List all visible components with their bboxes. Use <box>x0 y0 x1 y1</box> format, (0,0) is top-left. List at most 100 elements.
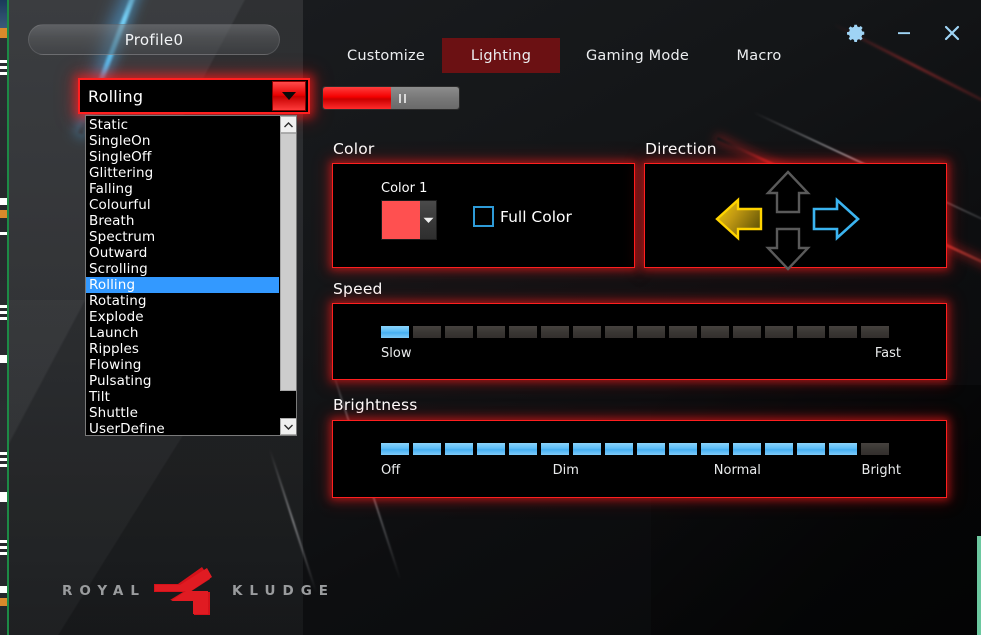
tab-macro-label: Macro <box>737 48 782 64</box>
profile-tab[interactable]: Profile0 <box>28 24 280 55</box>
brightness-segment-on[interactable] <box>413 443 441 455</box>
lighting-mode-option[interactable]: Falling <box>86 181 279 197</box>
full-color-checkbox-row[interactable]: Full Color <box>473 206 572 227</box>
speed-segment-off[interactable] <box>605 326 633 338</box>
brightness-segment-on[interactable] <box>509 443 537 455</box>
lighting-mode-option-list[interactable]: StaticSingleOnSingleOffGlitteringFalling… <box>85 115 297 436</box>
lighting-mode-option[interactable]: SingleOn <box>86 133 279 149</box>
direction-right-arrow[interactable] <box>810 197 862 241</box>
lighting-mode-option[interactable]: Explode <box>86 309 279 325</box>
speed-segment-off[interactable] <box>701 326 729 338</box>
lighting-power-toggle[interactable] <box>322 86 460 110</box>
full-color-checkbox[interactable] <box>473 206 494 227</box>
brightness-segment-on[interactable] <box>637 443 665 455</box>
brightness-section-panel: OffDimNormalBright <box>332 420 947 498</box>
speed-segment-off[interactable] <box>573 326 601 338</box>
brightness-segment-on[interactable] <box>381 443 409 455</box>
chevron-down-icon <box>284 424 293 430</box>
speed-segment-off[interactable] <box>861 326 889 338</box>
speed-segment-off[interactable] <box>445 326 473 338</box>
settings-button[interactable] <box>843 20 869 46</box>
brightness-tick-label: Dim <box>553 463 579 478</box>
lighting-mode-option[interactable]: Scrolling <box>86 261 279 277</box>
speed-slider[interactable] <box>381 326 889 338</box>
tab-lighting-label: Lighting <box>471 48 531 64</box>
speed-segment-off[interactable] <box>669 326 697 338</box>
lighting-mode-option[interactable]: Breath <box>86 213 279 229</box>
toggle-knob[interactable] <box>391 87 459 109</box>
brightness-segment-on[interactable] <box>477 443 505 455</box>
lighting-mode-option[interactable]: Outward <box>86 245 279 261</box>
brightness-tick-label: Normal <box>714 463 761 478</box>
tab-gaming-mode[interactable]: Gaming Mode <box>572 38 703 73</box>
brightness-slider[interactable] <box>381 443 889 455</box>
scrollbar-up-button[interactable] <box>280 116 297 133</box>
lighting-mode-option[interactable]: Rotating <box>86 293 279 309</box>
brightness-segment-on[interactable] <box>701 443 729 455</box>
tab-customize[interactable]: Customize <box>330 38 442 73</box>
direction-section-panel <box>644 163 947 268</box>
lighting-mode-select[interactable]: Rolling <box>78 78 310 114</box>
brightness-segment-on[interactable] <box>829 443 857 455</box>
brightness-segment-on[interactable] <box>541 443 569 455</box>
lighting-mode-option[interactable]: Static <box>86 117 279 133</box>
speed-section-title: Speed <box>333 280 383 298</box>
speed-segment-off[interactable] <box>509 326 537 338</box>
lighting-mode-option[interactable]: Spectrum <box>86 229 279 245</box>
scrollbar-track[interactable] <box>280 133 297 418</box>
lighting-mode-option[interactable]: Ripples <box>86 341 279 357</box>
speed-segment-off[interactable] <box>541 326 569 338</box>
scrollbar-thumb[interactable] <box>280 133 297 391</box>
close-button[interactable] <box>939 20 965 46</box>
tab-macro[interactable]: Macro <box>703 38 815 73</box>
lighting-mode-option[interactable]: Pulsating <box>86 373 279 389</box>
lighting-mode-dropdown-button[interactable] <box>272 81 306 111</box>
lighting-mode-options: StaticSingleOnSingleOffGlitteringFalling… <box>86 116 279 435</box>
speed-segment-off[interactable] <box>733 326 761 338</box>
direction-up-arrow[interactable] <box>763 168 813 220</box>
brightness-segment-on[interactable] <box>573 443 601 455</box>
lighting-mode-option[interactable]: Tilt <box>86 389 279 405</box>
speed-segment-on[interactable] <box>381 326 409 338</box>
minimize-button[interactable] <box>891 20 917 46</box>
color1-swatch[interactable] <box>382 201 420 239</box>
direction-down-arrow[interactable] <box>763 221 813 273</box>
lighting-mode-option[interactable]: Colourful <box>86 197 279 213</box>
knob-grip-line <box>404 94 406 103</box>
lighting-mode-option[interactable]: Rolling <box>86 277 279 293</box>
brightness-segment-on[interactable] <box>445 443 473 455</box>
color-section-panel: Color 1 Full Color <box>332 163 635 268</box>
lighting-mode-option[interactable]: Glittering <box>86 165 279 181</box>
background-window-strip-right <box>977 536 981 635</box>
direction-left-arrow[interactable] <box>713 197 765 241</box>
lighting-mode-option[interactable]: Launch <box>86 325 279 341</box>
background-window-strip-accent <box>7 0 9 635</box>
lighting-mode-option[interactable]: Flowing <box>86 357 279 373</box>
brightness-segment-on[interactable] <box>733 443 761 455</box>
lighting-mode-option[interactable]: SingleOff <box>86 149 279 165</box>
color1-dropdown-button[interactable] <box>420 201 436 239</box>
color1-picker[interactable] <box>381 200 437 240</box>
speed-segment-off[interactable] <box>797 326 825 338</box>
speed-segment-off[interactable] <box>413 326 441 338</box>
speed-segment-off[interactable] <box>637 326 665 338</box>
brightness-segment-off[interactable] <box>861 443 889 455</box>
brightness-section-title: Brightness <box>333 396 418 414</box>
speed-segment-off[interactable] <box>829 326 857 338</box>
scrollbar-down-button[interactable] <box>280 418 297 435</box>
brightness-tick-label: Off <box>381 463 400 478</box>
lighting-mode-scrollbar[interactable] <box>279 116 296 435</box>
speed-segment-off[interactable] <box>477 326 505 338</box>
lighting-mode-option[interactable]: Shuttle <box>86 405 279 421</box>
speed-segment-off[interactable] <box>765 326 793 338</box>
brand-text-kludge: KLUDGE <box>232 583 335 599</box>
full-color-label: Full Color <box>500 208 572 226</box>
tab-lighting[interactable]: Lighting <box>442 38 560 73</box>
chevron-up-icon <box>284 122 293 128</box>
brightness-segment-on[interactable] <box>669 443 697 455</box>
brightness-segment-on[interactable] <box>605 443 633 455</box>
brand-logo: ROYAL KLUDGE <box>62 566 335 616</box>
lighting-mode-option[interactable]: UserDefine <box>86 421 279 436</box>
brightness-segment-on[interactable] <box>797 443 825 455</box>
brightness-segment-on[interactable] <box>765 443 793 455</box>
